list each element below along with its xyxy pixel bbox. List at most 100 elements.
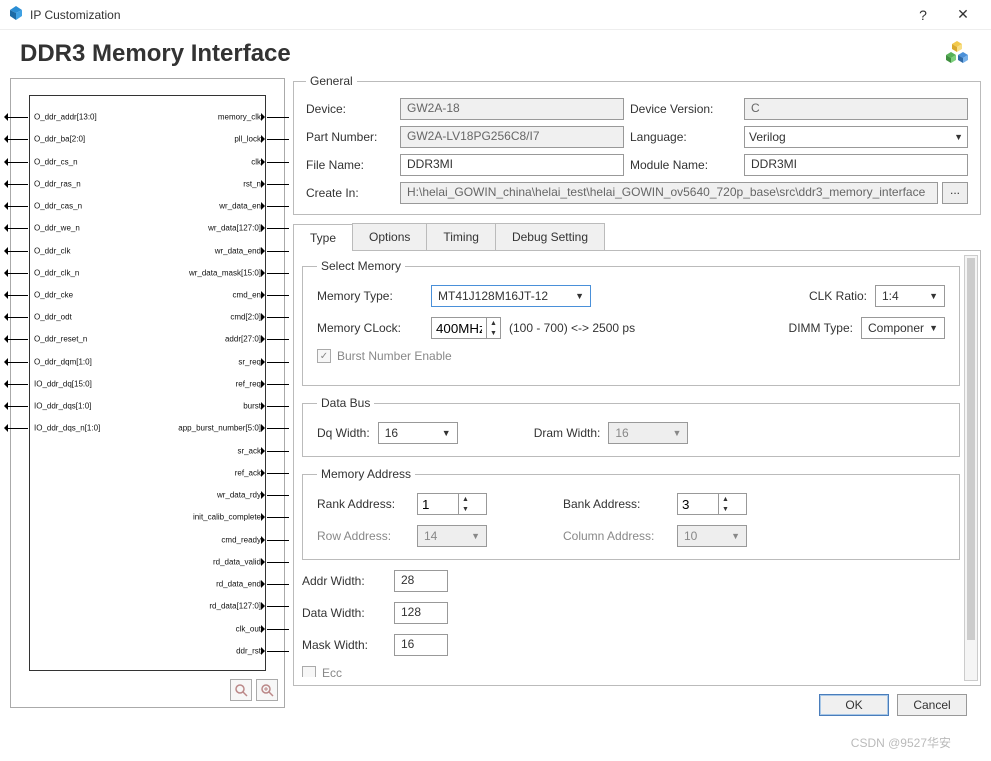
window-title: IP Customization bbox=[30, 8, 121, 22]
part-number-field: GW2A-LV18PG256C8/I7 bbox=[400, 126, 624, 148]
clk-ratio-label: CLK Ratio: bbox=[809, 289, 867, 303]
ecc-label: Ecc bbox=[322, 666, 342, 677]
tab-strip: Type Options Timing Debug Setting bbox=[293, 223, 981, 251]
row-address-select: 14▼ bbox=[417, 525, 487, 547]
rank-address-label: Rank Address: bbox=[317, 497, 409, 511]
signal-in: wr_data[127:0] bbox=[208, 224, 261, 233]
memory-address-legend: Memory Address bbox=[317, 467, 415, 481]
rank-address-spinbox[interactable]: ▲▼ bbox=[417, 493, 487, 515]
ok-button[interactable]: OK bbox=[819, 694, 889, 716]
tab-type[interactable]: Type bbox=[293, 224, 353, 251]
scrollbar[interactable] bbox=[964, 255, 978, 681]
cancel-button[interactable]: Cancel bbox=[897, 694, 967, 716]
memory-address-group: Memory Address Rank Address: ▲▼ Bank Add… bbox=[302, 467, 960, 560]
module-name-input[interactable]: DDR3MI bbox=[744, 154, 968, 176]
signal-in: wr_data_end bbox=[215, 246, 261, 255]
signal-out: O_ddr_ras_n bbox=[34, 179, 81, 188]
dimm-type-label: DIMM Type: bbox=[789, 321, 853, 335]
addr-width-input[interactable]: 28 bbox=[394, 570, 448, 592]
module-name-label: Module Name: bbox=[630, 158, 738, 172]
app-logo-icon bbox=[8, 5, 24, 24]
zoom-in-button[interactable] bbox=[256, 679, 278, 701]
memory-type-label: Memory Type: bbox=[317, 289, 423, 303]
column-address-label: Column Address: bbox=[563, 529, 669, 543]
signal-out: O_ddr_addr[13:0] bbox=[34, 113, 97, 122]
create-in-field: H:\helai_GOWIN_china\helai_test\helai_GO… bbox=[400, 182, 938, 204]
signal-in: ddr_rst bbox=[236, 646, 261, 655]
cubes-icon bbox=[943, 40, 971, 68]
signal-in: sr_req bbox=[238, 357, 261, 366]
signal-out: IO_ddr_dqs[1:0] bbox=[34, 402, 91, 411]
column-address-select: 10▼ bbox=[677, 525, 747, 547]
signal-in: rd_data_valid bbox=[213, 557, 261, 566]
data-bus-group: Data Bus Dq Width: 16▼ Dram Width: 16▼ bbox=[302, 396, 960, 457]
device-field: GW2A-18 bbox=[400, 98, 624, 120]
signal-out: O_ddr_clk_n bbox=[34, 268, 79, 277]
signal-in: init_calib_complete bbox=[193, 513, 261, 522]
dq-width-label: Dq Width: bbox=[317, 426, 370, 440]
signal-in: rd_data[127:0] bbox=[209, 602, 261, 611]
part-number-label: Part Number: bbox=[306, 130, 394, 144]
dimm-type-select[interactable]: Componer▼ bbox=[861, 317, 945, 339]
memory-type-select[interactable]: MT41J128M16JT-12▼ bbox=[431, 285, 591, 307]
burst-number-enable-label: Burst Number Enable bbox=[337, 349, 452, 363]
burst-number-enable-checkbox: ✓ Burst Number Enable bbox=[317, 349, 452, 363]
clk-ratio-select[interactable]: 1:4▼ bbox=[875, 285, 945, 307]
language-select[interactable]: Verilog▼ bbox=[744, 126, 968, 148]
device-version-label: Device Version: bbox=[630, 102, 738, 116]
file-name-input[interactable]: DDR3MI bbox=[400, 154, 624, 176]
dq-width-select[interactable]: 16▼ bbox=[378, 422, 458, 444]
block-diagram: O_ddr_addr[13:0]memory_clkO_ddr_ba[2:0]p… bbox=[10, 78, 285, 708]
signal-out: O_ddr_cke bbox=[34, 290, 73, 299]
tab-timing[interactable]: Timing bbox=[426, 223, 496, 250]
addr-width-label: Addr Width: bbox=[302, 574, 386, 588]
signal-in: wr_data_rdy bbox=[217, 491, 261, 500]
create-in-label: Create In: bbox=[306, 186, 394, 200]
page-title: DDR3 Memory Interface bbox=[20, 40, 291, 68]
help-button[interactable]: ? bbox=[903, 7, 943, 23]
signal-in: addr[27:0] bbox=[225, 335, 261, 344]
signal-out: O_ddr_we_n bbox=[34, 224, 80, 233]
select-memory-group: Select Memory Memory Type: MT41J128M16JT… bbox=[302, 259, 960, 386]
dram-width-select: 16▼ bbox=[608, 422, 688, 444]
zoom-fit-button[interactable] bbox=[230, 679, 252, 701]
signal-in: app_burst_number[5:0] bbox=[178, 424, 261, 433]
signal-in: wr_data_mask[15:0] bbox=[189, 268, 261, 277]
signal-in: cmd_ready bbox=[221, 535, 261, 544]
select-memory-legend: Select Memory bbox=[317, 259, 405, 273]
data-bus-legend: Data Bus bbox=[317, 396, 374, 410]
data-width-input[interactable]: 128 bbox=[394, 602, 448, 624]
tab-debug-setting[interactable]: Debug Setting bbox=[495, 223, 605, 250]
signal-out: O_ddr_cs_n bbox=[34, 157, 78, 166]
device-label: Device: bbox=[306, 102, 394, 116]
signal-in: burst bbox=[243, 402, 261, 411]
signal-in: sr_ack bbox=[237, 446, 261, 455]
signal-in: memory_clk bbox=[218, 113, 261, 122]
signal-out: O_ddr_reset_n bbox=[34, 335, 87, 344]
signal-in: ref_req bbox=[236, 379, 261, 388]
mask-width-label: Mask Width: bbox=[302, 638, 386, 652]
signal-in: wr_data_en bbox=[219, 202, 261, 211]
device-version-field: C bbox=[744, 98, 968, 120]
bank-address-label: Bank Address: bbox=[563, 497, 669, 511]
browse-button[interactable]: ... bbox=[942, 182, 968, 204]
signal-in: ref_ack bbox=[235, 468, 261, 477]
signal-out: O_ddr_odt bbox=[34, 313, 72, 322]
signal-in: cmd[2:0] bbox=[230, 313, 261, 322]
file-name-label: File Name: bbox=[306, 158, 394, 172]
general-legend: General bbox=[306, 74, 357, 88]
signal-in: rd_data_end bbox=[216, 580, 261, 589]
bank-address-spinbox[interactable]: ▲▼ bbox=[677, 493, 747, 515]
signal-in: rst_n bbox=[243, 179, 261, 188]
general-group: General Device: GW2A-18 Device Version: … bbox=[293, 74, 981, 215]
signal-out: O_ddr_dqm[1:0] bbox=[34, 357, 92, 366]
signal-out: O_ddr_cas_n bbox=[34, 202, 82, 211]
mask-width-input[interactable]: 16 bbox=[394, 634, 448, 656]
memory-clock-label: Memory CLock: bbox=[317, 321, 423, 335]
tab-options[interactable]: Options bbox=[352, 223, 427, 250]
memory-clock-spinbox[interactable]: ▲▼ bbox=[431, 317, 501, 339]
close-button[interactable]: ✕ bbox=[943, 6, 983, 23]
tab-body: Select Memory Memory Type: MT41J128M16JT… bbox=[293, 251, 981, 686]
signal-in: pll_lock bbox=[234, 135, 261, 144]
memory-clock-hint: (100 - 700) <-> 2500 ps bbox=[509, 321, 635, 335]
